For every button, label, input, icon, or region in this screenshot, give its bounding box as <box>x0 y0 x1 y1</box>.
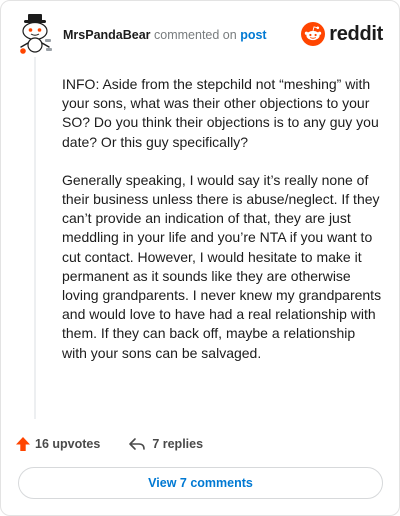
view-comments-button[interactable]: View 7 comments <box>18 467 383 499</box>
reply-arrow-icon[interactable] <box>128 436 146 452</box>
upvote-arrow-icon[interactable] <box>15 436 31 452</box>
comment-footer: 16 upvotes 7 replies <box>15 433 203 455</box>
comment-paragraph: INFO: Aside from the stepchild not “mesh… <box>62 76 379 150</box>
byline-action-text: commented on <box>154 28 237 42</box>
snoo-avatar-icon[interactable] <box>15 13 55 55</box>
upvote-count: 16 upvotes <box>35 437 101 451</box>
reddit-logo-icon <box>301 22 326 46</box>
comment-body: INFO: Aside from the stepchild not “mesh… <box>62 75 382 382</box>
post-link[interactable]: post <box>240 28 266 42</box>
reddit-brand[interactable]: reddit <box>301 20 383 48</box>
comment-card: MrsPandaBear commented on post reddit IN… <box>0 0 400 516</box>
comment-paragraph: Generally speaking, I would say it’s rea… <box>62 171 382 361</box>
upvote-stat[interactable]: 16 upvotes <box>15 436 100 452</box>
reddit-wordmark: reddit <box>329 23 383 45</box>
reply-count: 7 replies <box>152 437 204 451</box>
reply-stat[interactable]: 7 replies <box>128 436 203 452</box>
comment-header: MrsPandaBear commented on post reddit <box>15 13 385 57</box>
thread-line[interactable] <box>34 57 36 419</box>
username-link[interactable]: MrsPandaBear <box>63 28 151 42</box>
comment-byline: MrsPandaBear commented on post <box>63 27 267 43</box>
